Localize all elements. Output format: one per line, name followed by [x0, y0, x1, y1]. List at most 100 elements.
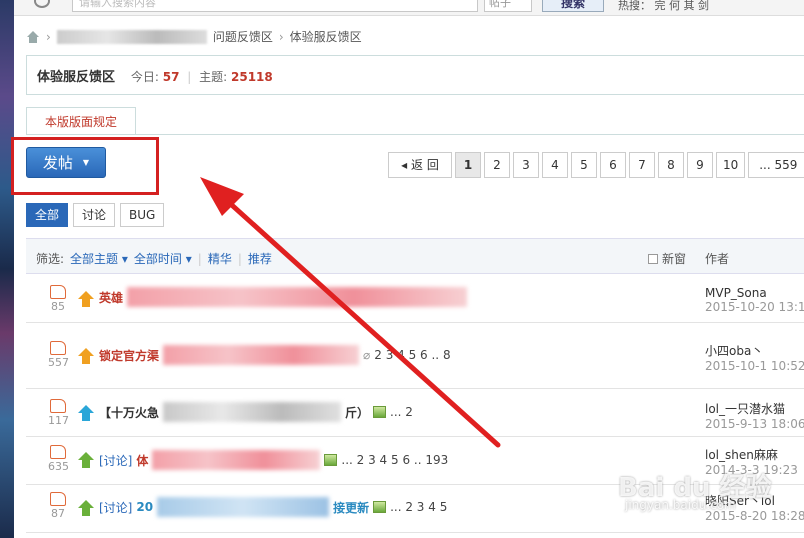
redacted-title — [163, 345, 360, 365]
page-link[interactable]: 3 — [513, 152, 539, 178]
tab-discussion[interactable]: 讨论 — [73, 203, 116, 227]
page-link[interactable]: 9 — [687, 152, 713, 178]
search-input[interactable]: 请输入搜索内容 — [72, 0, 478, 12]
search-icon — [34, 0, 50, 8]
pagination: ◂ 返 回 1 2 3 4 5 6 7 8 9 10 ... 559 — [388, 152, 804, 178]
recommend-filter[interactable]: 推荐 — [248, 250, 272, 267]
thread-pages[interactable]: ... 2 3 4 5 6 .. 193 — [341, 453, 448, 467]
table-row[interactable]: 85 英雄 MVP_Sona 2015-10-20 13:10 — [26, 275, 804, 323]
divider: | — [237, 251, 242, 266]
thread-list-header: 筛选: 全部主题 ▾ 全部时间 ▾ | 精华 | 推荐 新窗 作者 — [26, 238, 804, 274]
thread-title[interactable]: 锁定官方渠 ⌀ 2 3 4 5 6 .. 8 — [99, 345, 451, 365]
forum-name: 体验服反馈区 — [37, 70, 116, 85]
like-count: 635 — [48, 460, 69, 473]
like-count: 87 — [51, 507, 65, 520]
page-link[interactable]: 1 — [455, 152, 481, 178]
new-window-checkbox[interactable] — [648, 253, 658, 264]
home-icon[interactable] — [26, 30, 40, 43]
page-link[interactable]: 7 — [629, 152, 655, 178]
chevron-down-icon: ▾ — [121, 252, 128, 266]
thread-pages[interactable]: 2 3 4 5 6 .. 8 — [374, 348, 450, 362]
thumbs-up-icon[interactable] — [50, 492, 66, 506]
thread-pages[interactable]: ... 2 3 4 5 — [390, 500, 447, 514]
like-counter: 557 — [48, 341, 69, 369]
all-time-dropdown[interactable]: 全部时间 ▾ — [134, 250, 192, 267]
author-column-header: 作者 — [705, 252, 730, 266]
forum-rules-tab[interactable]: 本版版面规定 — [26, 107, 136, 135]
divider: | — [197, 251, 202, 266]
watermark-url: jingyan.baidu.com — [625, 498, 736, 512]
author-name[interactable]: lol_shen麻麻 — [705, 446, 798, 463]
search-button[interactable]: 搜索 — [542, 0, 604, 12]
author-name[interactable]: lol_一只潜水猫 — [705, 400, 804, 417]
page-link[interactable]: 10 — [716, 152, 746, 178]
background-art-strip — [0, 0, 14, 538]
breadcrumb-item-current[interactable]: 体验服反馈区 — [290, 28, 362, 45]
digest-filter[interactable]: 精华 — [208, 250, 232, 267]
thread-title[interactable]: 【十万火急 斤） ... 2 — [99, 402, 413, 422]
divider — [26, 134, 804, 135]
attachment-icon: ⌀ — [363, 348, 371, 362]
thread-title[interactable]: [讨论] 体 ... 2 3 4 5 6 .. 193 — [99, 450, 448, 470]
page-link[interactable]: 5 — [571, 152, 597, 178]
page-link[interactable]: 8 — [658, 152, 684, 178]
list-filters: 筛选: 全部主题 ▾ 全部时间 ▾ | 精华 | 推荐 — [36, 250, 272, 267]
annotation-highlight-box — [11, 137, 159, 195]
like-counter: 87 — [48, 492, 68, 520]
breadcrumb-redacted — [56, 29, 207, 44]
post-date: 2015-10-1 10:52 — [705, 359, 804, 373]
like-count: 85 — [51, 300, 65, 313]
page-link[interactable]: 6 — [600, 152, 626, 178]
search-scope-select[interactable]: 帖子 — [484, 0, 532, 12]
thread-tag[interactable]: [讨论] — [99, 452, 132, 469]
post-date: 2015-10-20 13:10 — [705, 300, 804, 314]
author-name[interactable]: 小四oba丶 — [705, 342, 804, 359]
like-count: 117 — [48, 414, 69, 427]
forum-info-box: 体验服反馈区 今日: 57 | 主题: 25118 — [26, 55, 804, 95]
thumbs-up-icon[interactable] — [50, 399, 66, 413]
threads-count: 25118 — [231, 70, 273, 84]
thumbs-up-icon[interactable] — [50, 341, 66, 355]
thread-type-tabs: 全部 讨论 BUG — [26, 203, 165, 227]
thread-title[interactable]: 英雄 — [99, 287, 468, 307]
last-page-link[interactable]: ... 559 — [748, 152, 804, 178]
thumbs-up-icon[interactable] — [50, 445, 66, 459]
redacted-title — [127, 287, 468, 307]
search-bar: 请输入搜索内容 帖子 搜索 热搜： 完 何 其 剑 — [14, 0, 804, 16]
level-1-icon — [78, 500, 94, 516]
level-3-icon — [78, 291, 94, 307]
page-link[interactable]: 4 — [542, 152, 568, 178]
level-2-icon — [78, 405, 94, 421]
thread-author: 小四oba丶 2015-10-1 10:52 — [705, 342, 804, 373]
tab-all[interactable]: 全部 — [26, 203, 69, 227]
like-counter: 635 — [48, 445, 69, 473]
level-3-icon — [78, 348, 94, 364]
hot-search-links[interactable]: 热搜： 完 何 其 剑 — [618, 0, 709, 13]
table-row[interactable]: 557 锁定官方渠 ⌀ 2 3 4 5 6 .. 8 小四oba丶 2015-1… — [26, 323, 804, 389]
today-label: 今日: — [130, 70, 159, 84]
thumbs-up-icon[interactable] — [50, 285, 66, 299]
redacted-title — [163, 402, 342, 422]
page-link[interactable]: 2 — [484, 152, 510, 178]
threads-label: 主题: — [199, 70, 228, 84]
table-row[interactable]: 117 【十万火急 斤） ... 2 lol_一只潜水猫 2015-9-13 1… — [26, 389, 804, 437]
level-1-icon — [78, 452, 94, 468]
image-icon — [373, 406, 387, 418]
filter-label: 筛选: — [36, 252, 65, 266]
like-counter: 117 — [48, 399, 69, 427]
breadcrumb-item-feedback[interactable]: 问题反馈区 — [213, 28, 273, 45]
new-window-toggle[interactable]: 新窗 — [648, 250, 686, 267]
like-count: 557 — [48, 356, 69, 369]
breadcrumb: › 问题反馈区 › 体验服反馈区 — [26, 28, 362, 45]
all-topics-dropdown[interactable]: 全部主题 ▾ — [70, 250, 128, 267]
tab-bug[interactable]: BUG — [120, 203, 165, 227]
author-name[interactable]: MVP_Sona — [705, 286, 804, 300]
thread-title[interactable]: [讨论] 20 接更新 ... 2 3 4 5 — [99, 497, 447, 517]
new-window-label: 新窗 — [662, 252, 687, 266]
back-button[interactable]: ◂ 返 回 — [388, 152, 452, 178]
thread-tag[interactable]: [讨论] — [99, 499, 132, 516]
thread-pages[interactable]: ... 2 — [390, 405, 413, 419]
post-date: 2015-9-13 18:06 — [705, 417, 804, 431]
redacted-title — [157, 497, 330, 517]
image-icon — [324, 454, 338, 466]
